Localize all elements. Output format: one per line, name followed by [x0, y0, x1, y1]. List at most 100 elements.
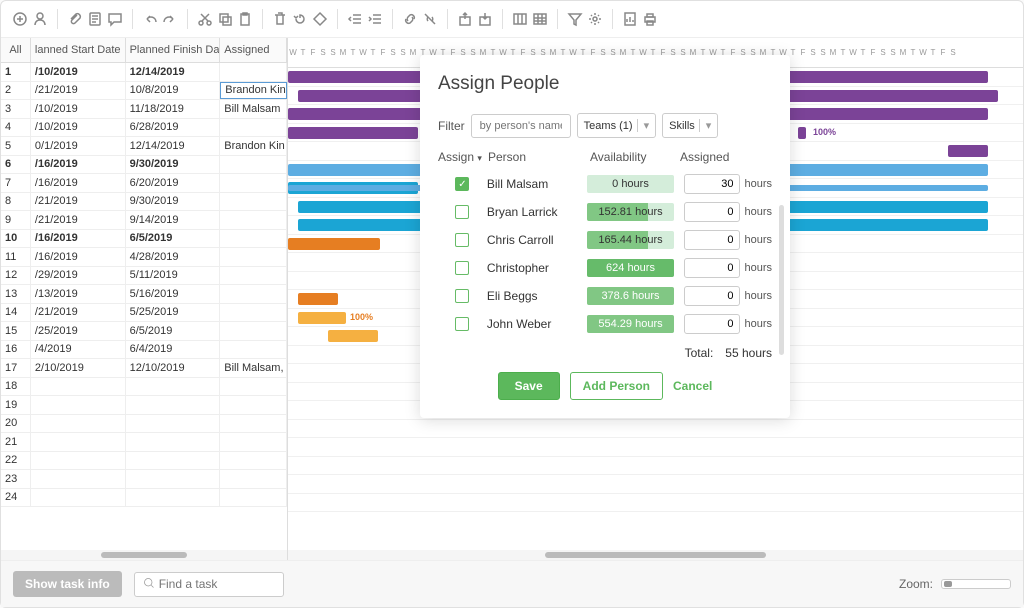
table-row[interactable]: 18: [1, 378, 287, 397]
cell-start[interactable]: /25/2019: [31, 322, 126, 340]
gantt-bar[interactable]: [298, 312, 346, 324]
cell-start[interactable]: /16/2019: [31, 174, 126, 192]
cell-start[interactable]: /21/2019: [31, 82, 126, 100]
cell-assigned[interactable]: [220, 193, 287, 211]
cell-finish[interactable]: 6/5/2019: [126, 322, 221, 340]
cell-assigned[interactable]: [220, 489, 287, 507]
cell-start[interactable]: [31, 378, 126, 396]
cell-start[interactable]: [31, 396, 126, 414]
paste-icon[interactable]: [236, 10, 254, 28]
grid-hscroll[interactable]: [1, 550, 287, 560]
col-start[interactable]: lanned Start Date: [31, 38, 126, 62]
settings-icon[interactable]: [586, 10, 604, 28]
table-row[interactable]: 6/16/20199/30/2019: [1, 156, 287, 175]
table-row[interactable]: 21: [1, 433, 287, 452]
add-person-button[interactable]: Add Person: [570, 372, 663, 400]
table-row[interactable]: 19: [1, 396, 287, 415]
cell-assigned[interactable]: [220, 433, 287, 451]
col-all[interactable]: All: [1, 38, 31, 62]
cell-finish[interactable]: [126, 415, 221, 433]
cell-assigned[interactable]: [220, 322, 287, 340]
col-person[interactable]: Person: [488, 150, 590, 164]
export-icon[interactable]: [456, 10, 474, 28]
cell-start[interactable]: [31, 489, 126, 507]
zoom-slider[interactable]: [941, 579, 1011, 589]
cell-assigned[interactable]: [220, 470, 287, 488]
delete-icon[interactable]: [271, 10, 289, 28]
grid-icon[interactable]: [531, 10, 549, 28]
find-task-search[interactable]: [134, 572, 284, 597]
col-assigned[interactable]: Assigned: [220, 38, 287, 62]
gantt-bar[interactable]: [328, 330, 378, 342]
cell-finish[interactable]: [126, 470, 221, 488]
cell-assigned[interactable]: Brandon Kinn: [220, 82, 287, 100]
cell-start[interactable]: /21/2019: [31, 211, 126, 229]
cell-start[interactable]: /4/2019: [31, 341, 126, 359]
find-task-input[interactable]: [159, 577, 275, 591]
cell-finish[interactable]: [126, 396, 221, 414]
table-row[interactable]: 23: [1, 470, 287, 489]
assigned-hours-input[interactable]: [684, 314, 740, 334]
cell-finish[interactable]: [126, 489, 221, 507]
table-row[interactable]: 12/29/20195/11/2019: [1, 267, 287, 286]
cell-finish[interactable]: 6/28/2019: [126, 119, 221, 137]
gantt-bar[interactable]: [948, 145, 988, 157]
person-checkbox[interactable]: [455, 289, 469, 303]
cell-start[interactable]: /21/2019: [31, 193, 126, 211]
cell-finish[interactable]: 5/16/2019: [126, 285, 221, 303]
save-button[interactable]: Save: [498, 372, 560, 400]
cell-start[interactable]: /16/2019: [31, 156, 126, 174]
filter-icon[interactable]: [566, 10, 584, 28]
person-checkbox[interactable]: [455, 233, 469, 247]
copy-icon[interactable]: [216, 10, 234, 28]
milestone-icon[interactable]: [311, 10, 329, 28]
link-icon[interactable]: [401, 10, 419, 28]
col-finish[interactable]: Planned Finish Date: [126, 38, 221, 62]
table-row[interactable]: 10/16/20196/5/2019: [1, 230, 287, 249]
cell-start[interactable]: [31, 452, 126, 470]
dialog-scrollbar[interactable]: [779, 205, 784, 355]
table-row[interactable]: 14/21/20195/25/2019: [1, 304, 287, 323]
add-icon[interactable]: [11, 10, 29, 28]
cell-finish[interactable]: 6/20/2019: [126, 174, 221, 192]
cell-start[interactable]: /10/2019: [31, 100, 126, 118]
gantt-bar[interactable]: [298, 293, 338, 305]
attach-icon[interactable]: [66, 10, 84, 28]
cell-start[interactable]: 0/1/2019: [31, 137, 126, 155]
cell-assigned[interactable]: [220, 285, 287, 303]
cell-assigned[interactable]: [220, 248, 287, 266]
cell-finish[interactable]: [126, 378, 221, 396]
cell-start[interactable]: /13/2019: [31, 285, 126, 303]
redo-icon[interactable]: [161, 10, 179, 28]
print-icon[interactable]: [641, 10, 659, 28]
cell-finish[interactable]: 6/5/2019: [126, 230, 221, 248]
person-checkbox[interactable]: [455, 261, 469, 275]
assigned-hours-input[interactable]: [684, 286, 740, 306]
cell-start[interactable]: /16/2019: [31, 230, 126, 248]
cell-assigned[interactable]: [220, 230, 287, 248]
cell-start[interactable]: [31, 433, 126, 451]
cell-assigned[interactable]: [220, 156, 287, 174]
skills-dropdown[interactable]: Skills ▾: [662, 113, 718, 138]
table-row[interactable]: 13/13/20195/16/2019: [1, 285, 287, 304]
cell-finish[interactable]: 5/11/2019: [126, 267, 221, 285]
cell-assigned[interactable]: Bill Malsam: [220, 100, 287, 118]
cell-assigned[interactable]: [220, 267, 287, 285]
table-row[interactable]: 172/10/201912/10/2019Bill Malsam,: [1, 359, 287, 378]
gantt-bar[interactable]: [298, 219, 428, 231]
gantt-hscroll[interactable]: [288, 550, 1023, 560]
cell-start[interactable]: [31, 415, 126, 433]
cell-assigned[interactable]: [220, 119, 287, 137]
cell-assigned[interactable]: [220, 452, 287, 470]
cell-finish[interactable]: 9/30/2019: [126, 193, 221, 211]
col-availability[interactable]: Availability: [590, 150, 680, 164]
cell-assigned[interactable]: [220, 304, 287, 322]
table-row[interactable]: 22: [1, 452, 287, 471]
cell-finish[interactable]: [126, 433, 221, 451]
unlink-icon[interactable]: [421, 10, 439, 28]
cell-finish[interactable]: 10/8/2019: [126, 82, 221, 100]
gantt-bar[interactable]: [788, 219, 988, 231]
cell-assigned[interactable]: [220, 341, 287, 359]
table-row[interactable]: 11/16/20194/28/2019: [1, 248, 287, 267]
cell-assigned[interactable]: [220, 174, 287, 192]
